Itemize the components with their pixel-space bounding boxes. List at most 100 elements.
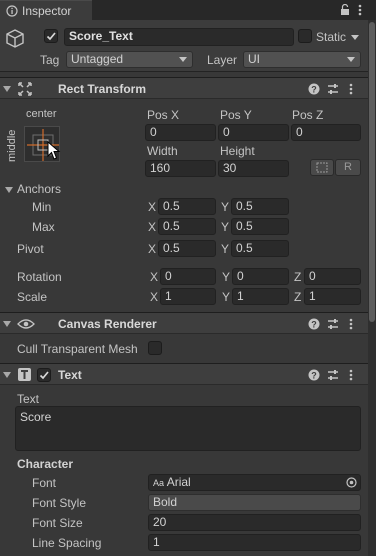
active-checkbox[interactable] [44, 29, 58, 43]
object-name-input[interactable]: Score_Text [64, 28, 294, 46]
pos-z-input[interactable]: 0 [291, 124, 361, 141]
layer-value: UI [248, 52, 260, 66]
eye-icon [17, 319, 35, 329]
layer-label: Layer [207, 53, 238, 67]
scale-z-input[interactable]: 1 [304, 288, 361, 305]
rotation-y-input[interactable]: 0 [232, 268, 289, 285]
component-menu-icon[interactable] [349, 82, 353, 96]
lock-icon[interactable] [340, 4, 350, 16]
presets-sliders-icon[interactable] [327, 83, 339, 95]
character-section-label: Character [17, 457, 74, 471]
cull-transparent-mesh-label: Cull Transparent Mesh [17, 342, 138, 356]
foldout-arrow-icon[interactable] [3, 371, 11, 379]
pos-y-label: Pos Y [220, 108, 252, 122]
checkmark-icon [46, 32, 56, 41]
static-checkbox[interactable] [298, 29, 312, 43]
rotation-label: Rotation [17, 270, 62, 284]
font-style-dropdown[interactable]: Bold [148, 494, 361, 511]
font-value: Arial [166, 475, 191, 489]
object-picker-icon[interactable] [346, 477, 357, 488]
anchor-preset-v-label: middle [6, 129, 18, 162]
text-content-textarea[interactable]: Score [15, 406, 361, 451]
anchor-min-y-axis-label: Y [221, 200, 230, 214]
tag-dropdown[interactable]: Untagged [66, 51, 193, 68]
layer-dropdown[interactable]: UI [243, 51, 361, 68]
more-menu-icon[interactable] [358, 3, 362, 17]
help-icon[interactable]: ? [308, 369, 320, 381]
scrollbar-thumb[interactable] [369, 22, 375, 322]
pos-z-label: Pos Z [292, 108, 324, 122]
anchor-max-label: Max [32, 220, 55, 234]
anchor-max-y-input[interactable]: 0.5 [231, 218, 289, 235]
rotation-x-input[interactable]: 0 [160, 268, 216, 285]
blueprint-mode-button[interactable] [310, 159, 334, 176]
text-component-header[interactable]: Text ? [0, 363, 376, 385]
scale-label: Scale [17, 290, 48, 304]
anchor-min-y-input[interactable]: 0.5 [231, 198, 289, 215]
tab-inspector[interactable]: Inspector [0, 0, 92, 20]
font-object-field[interactable]: Aa Arial [148, 474, 361, 491]
scale-y-input[interactable]: 1 [232, 288, 289, 305]
height-label: Height [220, 144, 255, 158]
cull-transparent-mesh-checkbox[interactable] [148, 341, 162, 355]
font-label: Font [32, 476, 57, 490]
static-label: Static [316, 30, 347, 44]
line-spacing-label: Line Spacing [32, 536, 102, 550]
anchor-min-x-input[interactable]: 0.5 [158, 198, 216, 215]
help-icon[interactable]: ? [308, 318, 320, 330]
component-menu-icon[interactable] [349, 368, 353, 382]
scale-x-input[interactable]: 1 [160, 288, 216, 305]
anchors-foldout-arrow-icon[interactable] [5, 186, 13, 194]
font-size-input[interactable]: 20 [148, 514, 361, 531]
raw-edit-button[interactable]: R [335, 159, 361, 176]
scale-x-axis-label: X [150, 290, 159, 304]
object-header: Score_Text Static Tag Untagged Layer UI [0, 20, 376, 72]
scale-y-axis-label: Y [222, 290, 231, 304]
rotation-z-input[interactable]: 0 [304, 268, 361, 285]
height-input[interactable]: 30 [218, 160, 289, 177]
gameobject-cube-icon [6, 29, 24, 48]
anchor-max-x-input[interactable]: 0.5 [158, 218, 216, 235]
font-asset-icon: Aa [153, 478, 165, 488]
anchors-label: Anchors [17, 182, 62, 196]
font-size-label: Font Size [32, 516, 83, 530]
text-enabled-checkbox[interactable] [37, 368, 51, 382]
chevron-down-icon [347, 57, 355, 62]
canvas-renderer-header[interactable]: Canvas Renderer ? [0, 312, 376, 334]
foldout-arrow-icon[interactable] [3, 320, 11, 328]
presets-sliders-icon[interactable] [327, 318, 339, 330]
presets-sliders-icon[interactable] [327, 369, 339, 381]
rotation-x-axis-label: X [150, 270, 159, 284]
text-label: Text [17, 392, 40, 406]
pivot-y-input[interactable]: 0.5 [231, 240, 289, 257]
svg-text:?: ? [311, 320, 317, 330]
text-component-icon [18, 368, 31, 381]
vertical-scrollbar[interactable] [368, 20, 376, 556]
pivot-label: Pivot [17, 242, 44, 256]
rotation-z-axis-label: Z [294, 270, 302, 284]
help-icon[interactable]: ? [308, 83, 320, 95]
pivot-x-input[interactable]: 0.5 [158, 240, 216, 257]
anchor-preset-h-label: center [26, 108, 57, 120]
component-menu-icon[interactable] [349, 317, 353, 331]
font-style-value: Bold [153, 495, 178, 509]
width-input[interactable]: 160 [145, 160, 216, 177]
tab-label: Inspector [22, 4, 72, 18]
info-icon [6, 5, 18, 17]
line-spacing-input[interactable]: 1 [148, 534, 361, 551]
canvas-renderer-title: Canvas Renderer [58, 317, 157, 331]
pos-x-label: Pos X [147, 108, 180, 122]
rect-transform-header[interactable]: Rect Transform ? [0, 77, 376, 99]
pos-x-input[interactable]: 0 [145, 124, 216, 141]
rotation-y-axis-label: Y [222, 270, 231, 284]
tag-label: Tag [40, 53, 60, 67]
svg-text:?: ? [311, 371, 317, 381]
pos-y-input[interactable]: 0 [218, 124, 289, 141]
mouse-cursor-icon [47, 141, 61, 160]
foldout-arrow-icon[interactable] [3, 85, 11, 93]
static-dropdown-arrow-icon[interactable] [351, 35, 359, 41]
tab-bar: Inspector [0, 0, 376, 20]
pivot-x-axis-label: X [148, 242, 157, 256]
tag-value: Untagged [71, 52, 124, 66]
chevron-down-icon [179, 57, 187, 62]
